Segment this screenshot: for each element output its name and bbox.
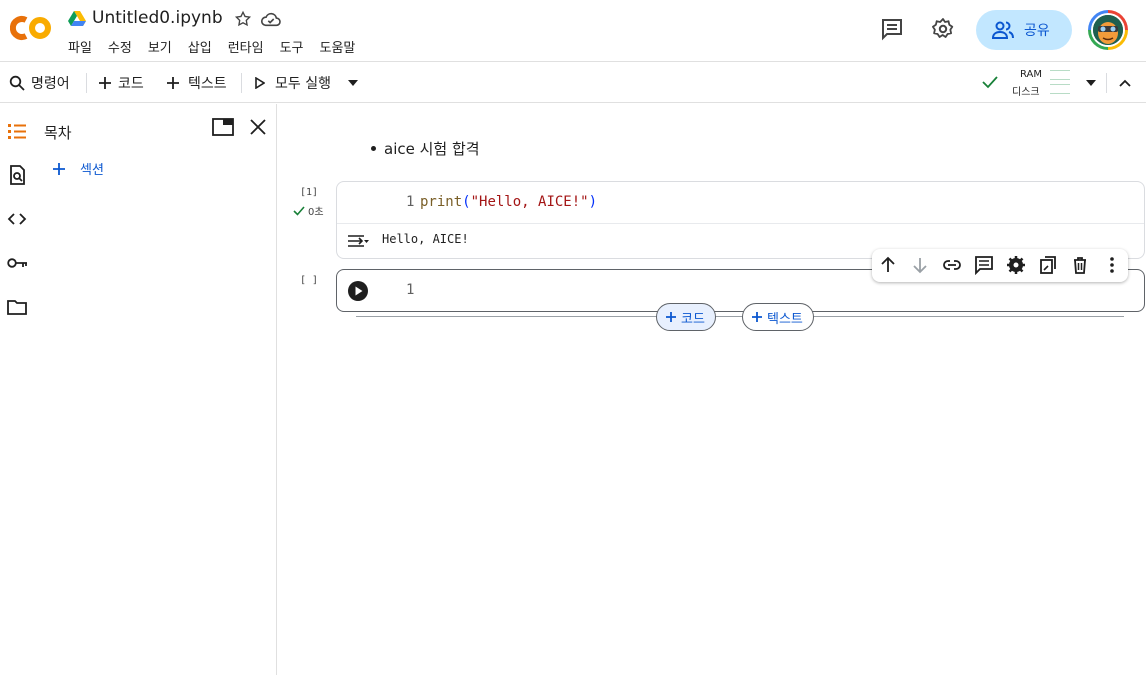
bullet-dot [371, 146, 376, 151]
code-paren-open: ( [462, 194, 471, 210]
exec-count: [ ] [300, 275, 319, 286]
cell-toolbar [872, 249, 1128, 282]
code-line: print("Hello, AICE!") [420, 194, 597, 210]
add-section-label: 섹션 [80, 163, 104, 178]
share-button[interactable]: 공유 [976, 10, 1072, 50]
code-string: "Hello, AICE!" [470, 194, 589, 210]
run-all-button[interactable]: 모두 실행 [255, 63, 331, 103]
ram-usage-bar[interactable] [1050, 70, 1070, 80]
cloud-sync-icon[interactable] [260, 10, 282, 28]
colab-logo-icon[interactable] [10, 14, 52, 42]
comment-icon[interactable] [880, 17, 904, 41]
menu-insert[interactable]: 삽입 [188, 37, 212, 56]
side-rail [0, 104, 34, 675]
command-palette-button[interactable]: 명령어 [9, 63, 70, 103]
add-code-cell-button[interactable]: 코드 [656, 303, 716, 331]
line-number: 1 [406, 194, 415, 210]
notebook-toolbar: 명령어 코드 텍스트 모두 실행 RAM 디스크 [0, 63, 1146, 103]
menu-runtime[interactable]: 런타임 [228, 37, 264, 56]
code-function: print [420, 194, 463, 210]
add-text-cell-button[interactable]: 텍스트 [742, 303, 814, 331]
output-actions-icon[interactable] [346, 231, 370, 251]
caret-down-icon [1086, 80, 1096, 86]
find-icon[interactable] [6, 164, 28, 186]
add-cell-divider [356, 316, 1124, 317]
add-text-label: 텍스트 [188, 76, 227, 92]
plus-icon [167, 77, 179, 89]
text-cell[interactable]: aice 시험 합격 [371, 138, 480, 159]
star-icon[interactable] [234, 10, 252, 28]
mirror-cell-icon[interactable] [1038, 255, 1058, 275]
add-code-button[interactable]: 코드 [98, 63, 144, 103]
gear-icon[interactable] [931, 17, 955, 41]
ram-label: RAM [1020, 69, 1043, 80]
disk-usage-bar[interactable] [1050, 84, 1070, 94]
panel-title: 목차 [44, 124, 72, 142]
notebook-title[interactable]: Untitled0.ipynb [92, 8, 223, 28]
folder-icon[interactable] [6, 296, 28, 318]
people-icon [992, 21, 1014, 39]
add-code-cell-label: 코드 [681, 311, 705, 327]
move-down-icon[interactable] [910, 255, 930, 275]
text-cell-content: aice 시험 합격 [384, 140, 480, 158]
plus-icon [666, 312, 676, 322]
check-icon [293, 205, 305, 216]
plus-icon [53, 162, 65, 175]
avatar-ring [1091, 13, 1125, 47]
cell-output: Hello, AICE! [382, 232, 469, 246]
avatar-image [1093, 15, 1123, 45]
menu-view[interactable]: 보기 [148, 37, 172, 56]
menu-edit[interactable]: 수정 [108, 37, 132, 56]
plus-icon [99, 77, 111, 89]
plus-icon [752, 312, 762, 322]
menubar: 파일 수정 보기 삽입 런타임 도구 도움말 [68, 37, 371, 56]
add-code-label: 코드 [118, 76, 144, 92]
toolbar-divider [241, 73, 242, 93]
code-paren-close: ) [588, 194, 598, 210]
open-in-tab-icon[interactable] [212, 118, 234, 136]
code-snippets-icon[interactable] [6, 208, 28, 230]
drive-icon[interactable] [68, 11, 86, 27]
line-number: 1 [406, 282, 415, 298]
link-icon[interactable] [942, 255, 962, 275]
code-editor[interactable]: 1 print("Hello, AICE!") [337, 182, 1144, 224]
search-icon [9, 75, 25, 91]
caret-down-icon [348, 80, 358, 86]
run-all-label: 모두 실행 [275, 76, 331, 92]
toc-icon[interactable] [6, 120, 28, 142]
chevron-up-icon [1119, 79, 1131, 87]
resources-dropdown[interactable] [1086, 63, 1096, 103]
add-text-button[interactable]: 텍스트 [166, 63, 227, 103]
delete-icon[interactable] [1070, 255, 1090, 275]
collapse-header-button[interactable] [1119, 63, 1131, 103]
header: Untitled0.ipynb 파일 수정 보기 삽입 런타임 도구 도움말 공… [0, 0, 1146, 62]
toolbar-divider [1106, 73, 1107, 93]
toc-panel: 목차 섹션 [34, 104, 277, 675]
exec-count: [1] [300, 187, 319, 198]
menu-file[interactable]: 파일 [68, 37, 92, 56]
code-cell[interactable]: 1 print("Hello, AICE!") Hello, AICE! [336, 181, 1145, 259]
share-label: 공유 [1024, 23, 1050, 39]
gear-icon[interactable] [1006, 255, 1026, 275]
close-icon[interactable] [248, 117, 268, 137]
add-section-button[interactable]: 섹션 [52, 159, 104, 178]
avatar[interactable] [1088, 10, 1128, 50]
disk-label: 디스크 [1012, 87, 1040, 98]
run-cell-button[interactable] [347, 280, 369, 302]
more-vert-icon[interactable] [1102, 255, 1122, 275]
add-text-cell-label: 텍스트 [767, 311, 803, 327]
command-label: 명령어 [31, 76, 70, 92]
check-icon [982, 76, 998, 89]
run-all-dropdown[interactable] [348, 63, 358, 103]
exec-time: 0초 [293, 203, 324, 218]
key-icon[interactable] [6, 252, 28, 274]
play-icon [255, 77, 265, 89]
toolbar-divider [86, 73, 87, 93]
comment-icon[interactable] [974, 255, 994, 275]
menu-help[interactable]: 도움말 [320, 37, 356, 56]
exec-time-label: 0초 [308, 207, 324, 218]
menu-tools[interactable]: 도구 [280, 37, 304, 56]
move-up-icon[interactable] [878, 255, 898, 275]
